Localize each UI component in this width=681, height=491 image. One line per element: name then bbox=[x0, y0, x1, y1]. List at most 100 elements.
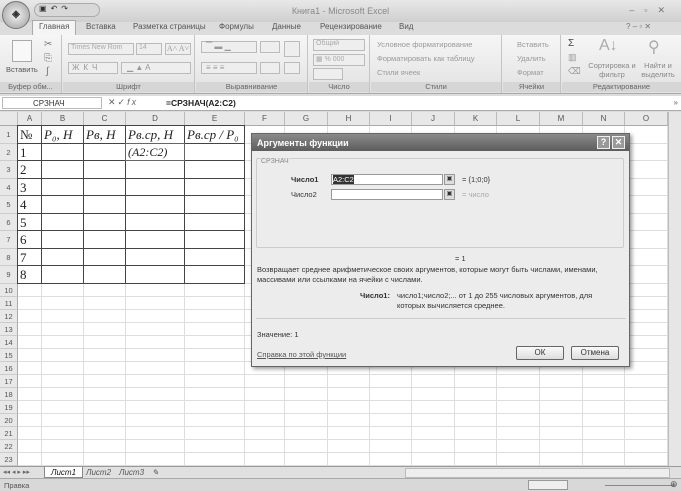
cell[interactable] bbox=[125, 247, 185, 266]
cell[interactable] bbox=[84, 361, 126, 375]
binoculars-icon[interactable]: ⚲ bbox=[648, 37, 660, 57]
cell[interactable] bbox=[83, 230, 126, 249]
cell[interactable] bbox=[83, 247, 126, 266]
cell[interactable] bbox=[126, 387, 185, 401]
cell[interactable] bbox=[285, 400, 328, 414]
cell[interactable] bbox=[625, 387, 668, 401]
cell[interactable] bbox=[184, 142, 245, 161]
cell[interactable] bbox=[126, 452, 185, 466]
cell[interactable] bbox=[42, 374, 84, 388]
row-header[interactable]: 5 bbox=[0, 196, 18, 214]
view-buttons[interactable] bbox=[528, 480, 568, 490]
cell[interactable]: P₀, Н bbox=[41, 125, 84, 144]
cell[interactable] bbox=[370, 439, 412, 453]
horizontal-align-buttons[interactable]: ≡ ≡ ≡ bbox=[201, 62, 257, 74]
cell[interactable] bbox=[18, 309, 42, 323]
cell[interactable] bbox=[583, 439, 625, 453]
font-size-select[interactable]: 14 bbox=[136, 43, 162, 55]
cell[interactable] bbox=[126, 413, 185, 427]
cell[interactable] bbox=[412, 374, 455, 388]
cell[interactable] bbox=[625, 374, 668, 388]
cut-icon[interactable]: ✂ bbox=[44, 39, 52, 50]
cell[interactable] bbox=[245, 400, 285, 414]
column-header[interactable]: L bbox=[497, 112, 540, 126]
tab-view[interactable]: Вид bbox=[399, 22, 413, 31]
row-header[interactable]: 13 bbox=[0, 322, 18, 336]
column-header[interactable]: F bbox=[245, 112, 285, 126]
clear-icon[interactable]: ⌫ bbox=[568, 66, 581, 77]
cell[interactable] bbox=[126, 361, 185, 375]
cell[interactable] bbox=[42, 283, 84, 297]
cell[interactable] bbox=[583, 452, 625, 466]
cell[interactable] bbox=[41, 195, 84, 214]
cell[interactable] bbox=[18, 296, 42, 310]
column-header[interactable]: M bbox=[540, 112, 583, 126]
cell[interactable] bbox=[126, 374, 185, 388]
cell[interactable] bbox=[625, 266, 668, 284]
cell[interactable] bbox=[18, 426, 42, 440]
cell[interactable] bbox=[625, 231, 668, 249]
tab-insert[interactable]: Вставка bbox=[86, 22, 116, 31]
cell[interactable] bbox=[625, 126, 668, 144]
cell[interactable] bbox=[625, 283, 668, 297]
window-controls[interactable]: –▫✕ bbox=[629, 5, 675, 16]
help-link[interactable]: Справка по этой функции bbox=[257, 350, 346, 359]
cell[interactable] bbox=[540, 452, 583, 466]
cell[interactable] bbox=[245, 387, 285, 401]
cell[interactable] bbox=[84, 413, 126, 427]
indent-buttons[interactable] bbox=[260, 62, 280, 74]
cell[interactable] bbox=[185, 439, 245, 453]
cell[interactable] bbox=[185, 374, 245, 388]
cell[interactable] bbox=[245, 374, 285, 388]
cell[interactable]: № bbox=[17, 125, 42, 144]
cell[interactable] bbox=[83, 195, 126, 214]
cell[interactable] bbox=[84, 283, 126, 297]
cell[interactable]: 5 bbox=[17, 212, 42, 231]
cell[interactable] bbox=[125, 265, 185, 284]
undo-icon[interactable]: ↶ bbox=[51, 4, 62, 13]
cell[interactable] bbox=[184, 195, 245, 214]
cell[interactable] bbox=[583, 426, 625, 440]
column-header[interactable]: O bbox=[625, 112, 668, 126]
cell[interactable] bbox=[83, 212, 126, 231]
cell[interactable] bbox=[126, 335, 185, 349]
cell[interactable] bbox=[125, 177, 185, 196]
cell[interactable] bbox=[370, 387, 412, 401]
cancel-button[interactable]: Отмена bbox=[571, 346, 619, 360]
cell[interactable] bbox=[455, 387, 497, 401]
tab-page-layout[interactable]: Разметка страницы bbox=[133, 22, 206, 31]
cell[interactable] bbox=[42, 322, 84, 336]
cell[interactable] bbox=[370, 426, 412, 440]
cell[interactable]: 3 bbox=[17, 177, 42, 196]
cell[interactable] bbox=[370, 413, 412, 427]
cell[interactable] bbox=[285, 387, 328, 401]
cell[interactable] bbox=[185, 335, 245, 349]
cell[interactable] bbox=[625, 439, 668, 453]
arg1-input[interactable]: A2:C2 bbox=[331, 174, 443, 185]
cell[interactable] bbox=[455, 374, 497, 388]
quick-access-toolbar[interactable]: ▣↶↷ bbox=[34, 3, 100, 17]
cell[interactable] bbox=[18, 335, 42, 349]
redo-icon[interactable]: ↷ bbox=[61, 4, 72, 13]
sheet-tab-2[interactable]: Лист2 bbox=[80, 467, 117, 478]
cell[interactable] bbox=[625, 400, 668, 414]
sort-filter-button[interactable]: Сортировка и фильтр bbox=[588, 61, 636, 79]
cell[interactable]: 2 bbox=[17, 160, 42, 179]
cell[interactable] bbox=[125, 212, 185, 231]
cell[interactable] bbox=[41, 265, 84, 284]
cell[interactable]: 1 bbox=[17, 142, 42, 161]
font-name-select[interactable]: Times New Rom bbox=[68, 43, 134, 55]
cell[interactable]: 7 bbox=[17, 247, 42, 266]
sort-icon[interactable]: A↓ bbox=[599, 37, 618, 55]
cell[interactable]: 4 bbox=[17, 195, 42, 214]
cell[interactable] bbox=[41, 230, 84, 249]
row-header[interactable]: 22 bbox=[0, 439, 18, 453]
cell[interactable] bbox=[625, 161, 668, 179]
cell[interactable] bbox=[625, 452, 668, 466]
cell[interactable] bbox=[625, 196, 668, 214]
cell[interactable] bbox=[412, 426, 455, 440]
collapse-dialog-icon[interactable]: ▣ bbox=[444, 189, 455, 200]
cell[interactable] bbox=[328, 413, 370, 427]
insert-function-button[interactable]: fx bbox=[127, 97, 138, 107]
cell[interactable] bbox=[625, 335, 668, 349]
